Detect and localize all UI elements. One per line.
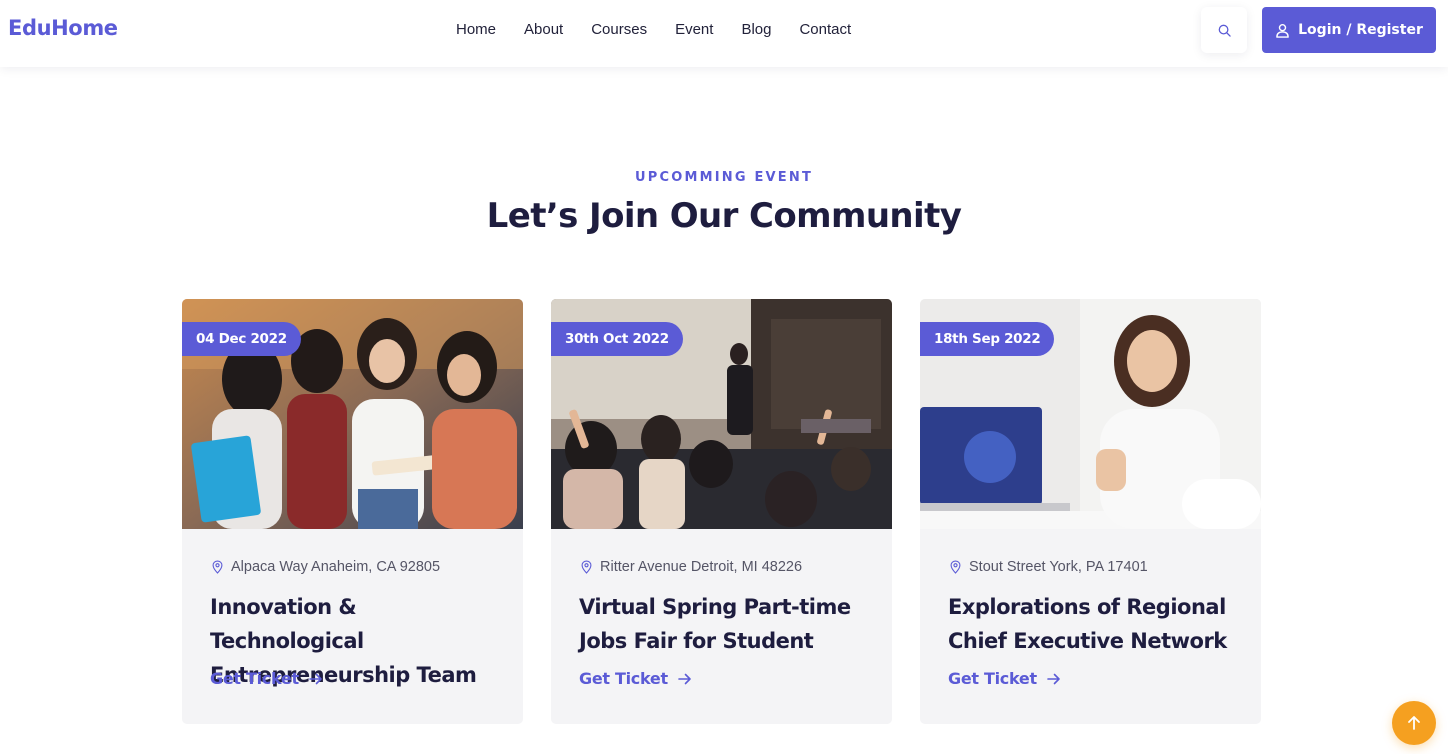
- user-icon: [1276, 23, 1289, 38]
- nav-home[interactable]: Home: [456, 20, 496, 40]
- search-button[interactable]: [1201, 7, 1247, 53]
- login-register-button[interactable]: Login / Register: [1262, 7, 1436, 53]
- get-ticket-link[interactable]: Get Ticket: [579, 669, 692, 688]
- arrow-up-icon: [1408, 716, 1420, 730]
- event-location-text: Ritter Avenue Detroit, MI 48226: [600, 559, 803, 575]
- login-register-label: Login / Register: [1298, 22, 1423, 38]
- event-card: 18th Sep 2022 Stout Street York, PA 1740…: [920, 299, 1261, 724]
- event-location-text: Alpaca Way Anaheim, CA 92805: [231, 559, 441, 575]
- section-eyebrow: UPCOMMING EVENT: [634, 170, 814, 185]
- section-title: Let’s Join Our Community: [486, 196, 962, 236]
- map-pin-icon: [212, 560, 223, 574]
- event-location: Ritter Avenue Detroit, MI 48226: [581, 559, 802, 575]
- nav-contact[interactable]: Contact: [799, 20, 851, 40]
- get-ticket-link[interactable]: Get Ticket: [210, 669, 323, 688]
- site-logo[interactable]: EduHome: [8, 16, 118, 40]
- event-date-badge: 30th Oct 2022: [551, 322, 683, 356]
- map-pin-icon: [581, 560, 592, 574]
- main-nav: Home About Courses Event Blog Contact: [456, 20, 879, 40]
- get-ticket-label: Get Ticket: [948, 669, 1037, 688]
- event-location: Alpaca Way Anaheim, CA 92805: [212, 559, 440, 575]
- event-title-line1: Virtual Spring Part-time: [579, 595, 851, 619]
- event-title-line2: Chief Executive Network: [948, 629, 1227, 653]
- search-icon: [1218, 24, 1231, 37]
- nav-courses[interactable]: Courses: [591, 20, 647, 40]
- arrow-right-icon: [309, 673, 322, 684]
- event-title-line1: Innovation & Technological: [210, 595, 364, 653]
- event-location: Stout Street York, PA 17401: [950, 559, 1148, 575]
- event-location-text: Stout Street York, PA 17401: [969, 559, 1148, 575]
- nav-about[interactable]: About: [524, 20, 563, 40]
- get-ticket-label: Get Ticket: [210, 669, 299, 688]
- event-date-badge: 04 Dec 2022: [182, 322, 301, 356]
- event-title[interactable]: Explorations of Regional Chief Executive…: [948, 590, 1238, 658]
- arrow-right-icon: [678, 673, 691, 684]
- event-title-line2: Jobs Fair for Student: [579, 629, 814, 653]
- site-header: EduHome Home About Courses Event Blog Co…: [0, 0, 1448, 67]
- get-ticket-label: Get Ticket: [579, 669, 668, 688]
- event-card: 04 Dec 2022 Alpaca Way Anaheim, CA 92805…: [182, 299, 523, 724]
- event-title-line1: Explorations of Regional: [948, 595, 1226, 619]
- event-card: 30th Oct 2022 Ritter Avenue Detroit, MI …: [551, 299, 892, 724]
- scroll-to-top-button[interactable]: [1392, 701, 1436, 745]
- get-ticket-link[interactable]: Get Ticket: [948, 669, 1061, 688]
- event-date-badge: 18th Sep 2022: [920, 322, 1055, 356]
- nav-event[interactable]: Event: [675, 20, 713, 40]
- event-title[interactable]: Virtual Spring Part-time Jobs Fair for S…: [579, 590, 869, 658]
- arrow-right-icon: [1047, 673, 1060, 684]
- nav-blog[interactable]: Blog: [741, 20, 771, 40]
- map-pin-icon: [950, 560, 961, 574]
